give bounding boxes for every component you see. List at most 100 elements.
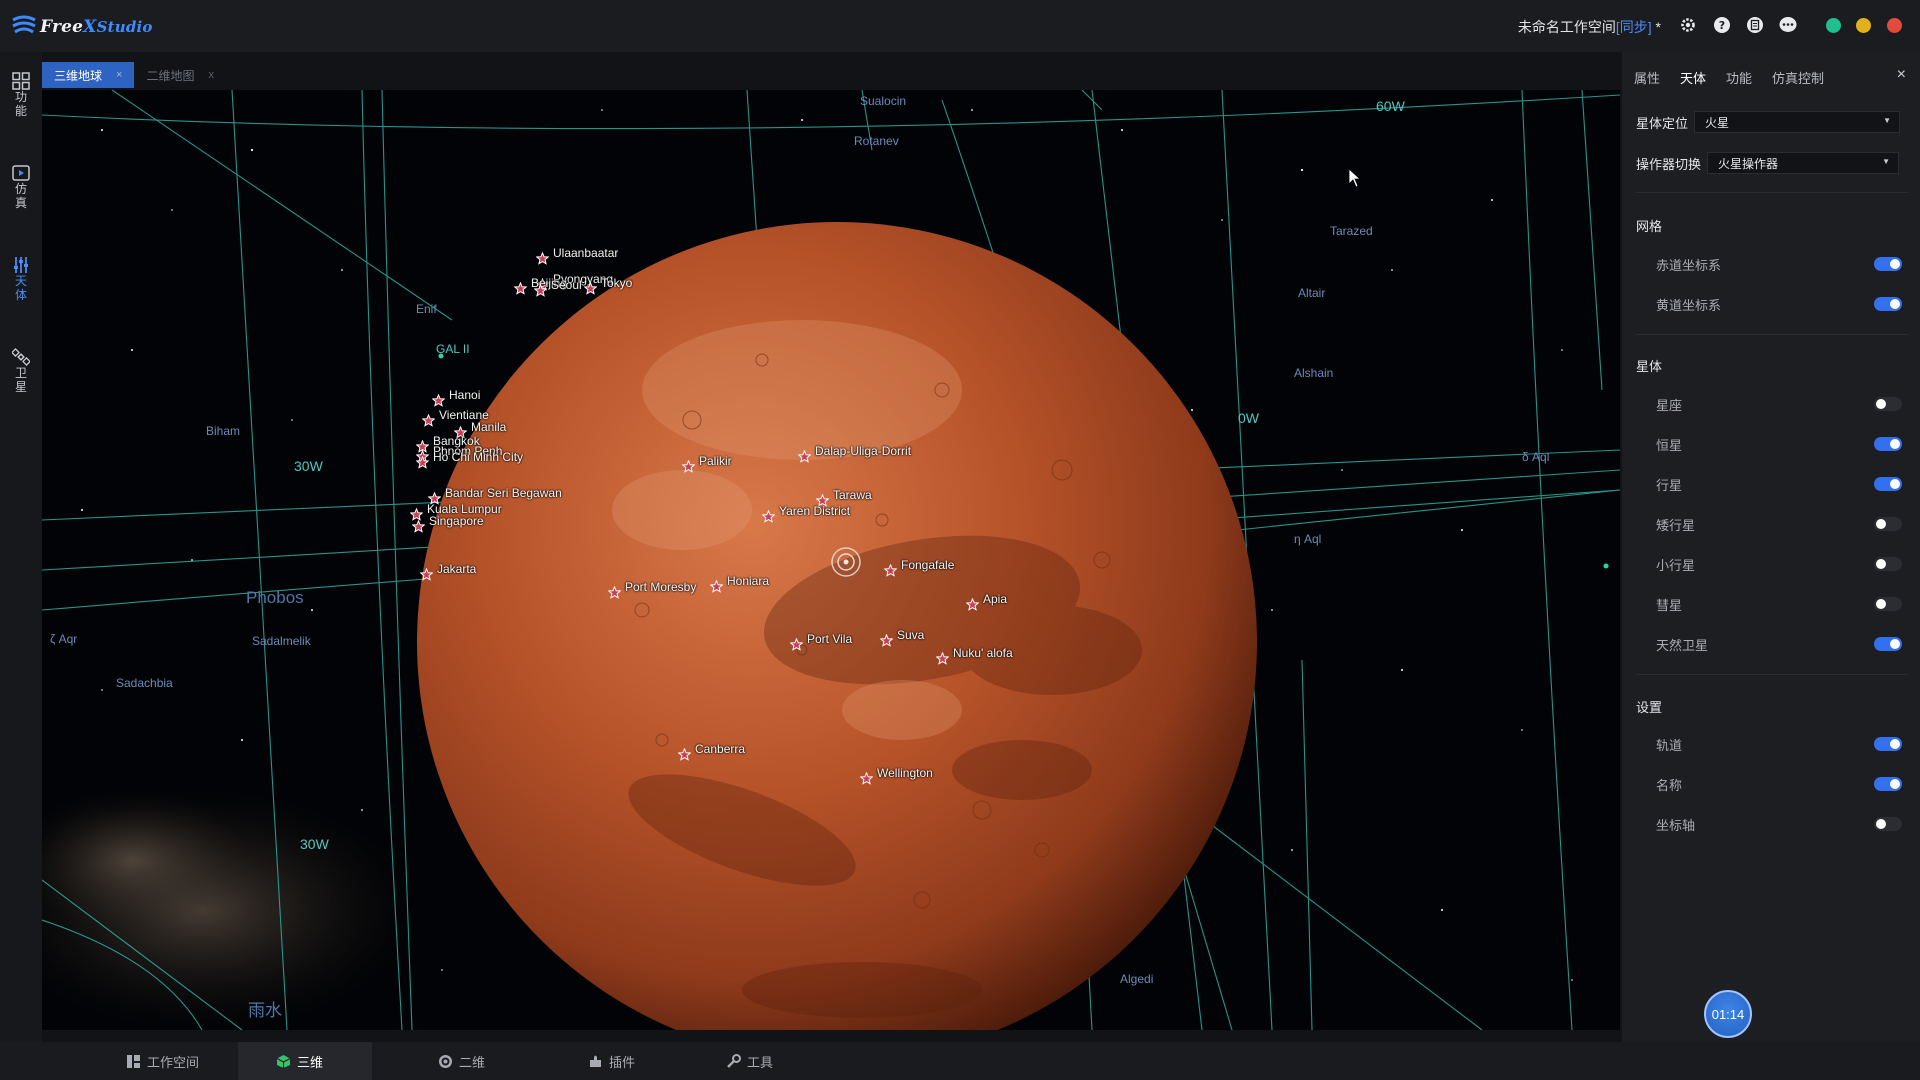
city-name: Ulaanbaatar xyxy=(553,245,619,260)
controller-select[interactable]: 火星操作器 ▼ xyxy=(1707,152,1900,174)
bottom-tab-label: 工具 xyxy=(747,1054,774,1070)
tab-label: 二维地图 xyxy=(146,68,195,83)
sky-label: Sadalmelik xyxy=(252,634,311,648)
plugin-icon xyxy=(590,1055,601,1067)
bottom-tab-tools[interactable]: 工具 xyxy=(712,1042,787,1080)
bottom-tab-workspace[interactable]: 工作空间 xyxy=(112,1042,213,1080)
body-locate-select[interactable]: 火星 ▼ xyxy=(1694,111,1901,133)
tab-simulation-control[interactable]: 仿真控制 xyxy=(1772,68,1824,87)
ecliptic-grid-toggle[interactable] xyxy=(1874,297,1902,311)
bottom-tab-2d[interactable]: 二维 xyxy=(424,1042,499,1080)
sky-label: ζ Aqr xyxy=(50,632,78,646)
close-icon[interactable]: x xyxy=(208,69,214,81)
tab-2d-map[interactable]: 二维地图 x xyxy=(134,62,226,88)
tab-functions[interactable]: 功能 xyxy=(1726,68,1752,87)
rail-item-celestial[interactable]: 天体 xyxy=(8,256,34,302)
mouse-cursor-icon xyxy=(1348,168,1362,188)
city-label[interactable]: Apia xyxy=(966,586,1007,611)
city-label[interactable]: Ulaanbaatar xyxy=(536,240,618,265)
help-icon[interactable]: ? xyxy=(1712,15,1732,35)
city-label[interactable]: Honiara xyxy=(710,568,769,593)
natural-satellites-toggle[interactable] xyxy=(1874,637,1902,651)
equatorial-grid-toggle[interactable] xyxy=(1874,257,1902,271)
maximize-button[interactable] xyxy=(1826,18,1841,33)
city-label[interactable]: Yaren District xyxy=(762,498,850,523)
option-row: 恒星 xyxy=(1656,434,1902,454)
document-icon[interactable] xyxy=(1745,15,1765,35)
rail-item-simulation[interactable]: 仿真 xyxy=(8,164,34,210)
minimize-button[interactable] xyxy=(1856,18,1871,33)
city-label[interactable]: Wellington xyxy=(860,760,933,785)
chat-icon[interactable] xyxy=(1778,15,1798,35)
app-logo: FreeXStudio xyxy=(10,14,153,40)
city-label[interactable]: Singapore xyxy=(412,508,484,533)
star-marker-icon xyxy=(536,252,549,265)
option-label: 名称 xyxy=(1656,777,1683,793)
body-locate-row: 星体定位 火星 ▼ xyxy=(1636,111,1901,133)
axes-toggle[interactable] xyxy=(1874,817,1902,831)
city-label[interactable]: Port Moresby xyxy=(608,574,696,599)
city-name: Singapore xyxy=(429,513,484,528)
settings-icon[interactable] xyxy=(1678,15,1698,35)
star-marker-icon xyxy=(608,586,621,599)
bottom-tab-label: 插件 xyxy=(609,1054,636,1070)
tools-icon xyxy=(727,1053,741,1068)
city-label[interactable]: Suva xyxy=(880,622,924,647)
satellite-icon xyxy=(12,348,30,366)
stars-toggle[interactable] xyxy=(1874,437,1902,451)
rail-label: 仿真 xyxy=(14,182,27,210)
rail-item-functions[interactable]: 功能 xyxy=(8,72,34,118)
city-label[interactable]: Jakarta xyxy=(420,556,476,581)
city-name: Palikir xyxy=(699,453,732,468)
controller-value: 火星操作器 xyxy=(1718,156,1779,171)
3d-viewport[interactable]: Sualocin Rotanev 60W Tarazed Altair Alsh… xyxy=(42,90,1620,1030)
workspace-sync-status[interactable]: [同步] xyxy=(1616,19,1652,35)
city-label[interactable]: Nuku' alofa xyxy=(936,640,1013,665)
bottom-tab-plugins[interactable]: 插件 xyxy=(574,1042,649,1080)
star-marker-icon xyxy=(682,460,695,473)
dwarf-planets-toggle[interactable] xyxy=(1874,517,1902,531)
city-name: Fongafale xyxy=(901,557,955,572)
tab-celestial[interactable]: 天体 xyxy=(1680,68,1706,87)
grid-label: 0W xyxy=(1238,410,1259,426)
simulation-timer-button[interactable]: 01:14 xyxy=(1704,990,1752,1038)
planets-toggle[interactable] xyxy=(1874,477,1902,491)
tab-3d-globe[interactable]: 三维地球 × xyxy=(42,62,135,88)
orbit-toggle[interactable] xyxy=(1874,737,1902,751)
properties-panel: 属性 天体 功能 仿真控制 × 星体定位 火星 ▼ 操作器切换 火星操作器 ▼ … xyxy=(1622,52,1920,1042)
names-toggle[interactable] xyxy=(1874,777,1902,791)
option-label: 恒星 xyxy=(1656,437,1683,453)
rail-item-satellite[interactable]: 卫星 xyxy=(8,348,34,394)
city-label[interactable]: Fongafale xyxy=(884,552,954,577)
city-label[interactable]: Tokyo xyxy=(584,270,632,295)
city-name: Apia xyxy=(983,591,1008,606)
asteroids-toggle[interactable] xyxy=(1874,557,1902,571)
star-marker-icon xyxy=(966,598,979,611)
city-label[interactable]: Canberra xyxy=(678,736,745,761)
option-row: 赤道坐标系 xyxy=(1656,254,1902,274)
close-window-button[interactable] xyxy=(1887,18,1902,33)
divider xyxy=(1636,674,1908,675)
city-label[interactable]: Ho Chi Minh City xyxy=(416,444,523,469)
grid-label: 30W xyxy=(294,458,323,474)
close-icon[interactable]: × xyxy=(116,69,122,81)
city-label[interactable]: Seoul xyxy=(534,272,582,297)
logo-text: FreeXStudio xyxy=(40,17,153,37)
city-label[interactable]: Dalap-Uliga-Dorrit xyxy=(798,438,911,463)
close-icon[interactable]: × xyxy=(1897,66,1906,84)
rail-label: 功能 xyxy=(14,90,27,118)
sky-label: Biham xyxy=(206,424,241,438)
comets-toggle[interactable] xyxy=(1874,597,1902,611)
city-label[interactable]: Port Vila xyxy=(790,626,852,651)
star-marker-icon xyxy=(678,748,691,761)
option-label: 行星 xyxy=(1656,477,1683,493)
simulation-icon xyxy=(12,165,30,181)
option-row: 行星 xyxy=(1656,474,1902,494)
constellation-toggle[interactable] xyxy=(1874,397,1902,411)
city-name: Canberra xyxy=(695,741,746,756)
tab-properties[interactable]: 属性 xyxy=(1634,68,1660,87)
bottom-tab-label: 工作空间 xyxy=(147,1054,200,1070)
grid-label: GAL II xyxy=(436,342,470,356)
city-label[interactable]: Palikir xyxy=(682,448,732,473)
bottom-tab-3d[interactable]: 三维 xyxy=(238,1042,372,1080)
